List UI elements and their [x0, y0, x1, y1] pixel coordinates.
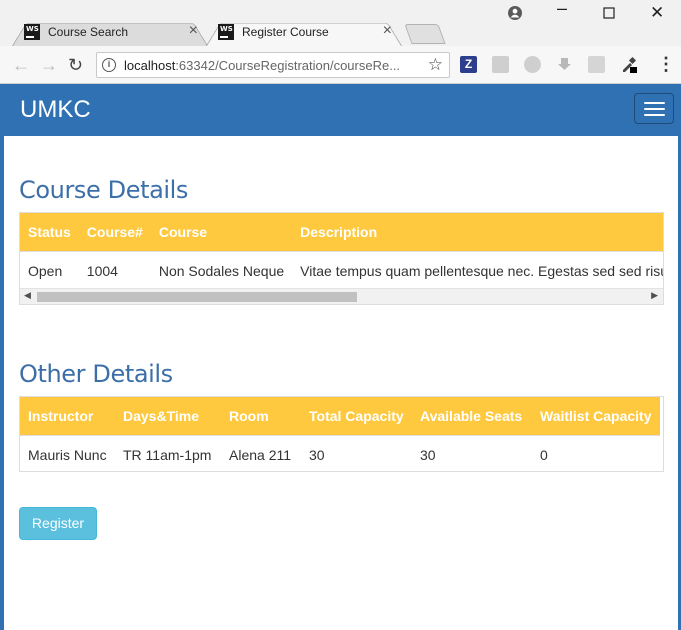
eyedropper-extension-icon[interactable]: [620, 56, 637, 73]
room-cell: Alena 211: [221, 435, 301, 471]
tab-strip: WS Course Search × WS Register Course × …: [0, 0, 681, 46]
status-cell: Open: [20, 251, 79, 289]
course-details-table: Status Course# Course Description Open 1…: [19, 212, 664, 305]
close-window-icon[interactable]: ✕: [650, 3, 664, 23]
maximize-icon[interactable]: [603, 6, 615, 23]
scroll-right-icon[interactable]: ▶: [651, 290, 658, 301]
menu-kebab-icon[interactable]: ⋮: [657, 54, 675, 75]
brand-logo[interactable]: UMKC: [20, 96, 91, 124]
back-icon[interactable]: ←: [12, 55, 30, 76]
horizontal-scrollbar[interactable]: ◀ ▶: [20, 288, 663, 304]
hamburger-menu-button[interactable]: [634, 93, 674, 124]
col-room-header: Room: [221, 397, 301, 436]
col-days-time-header: Days&Time: [115, 397, 221, 436]
col-status-header: Status: [20, 213, 79, 252]
extension-chart-icon[interactable]: [492, 56, 509, 73]
register-button[interactable]: Register: [19, 507, 97, 540]
forward-icon[interactable]: →: [40, 55, 58, 76]
extension-clock-icon[interactable]: [524, 56, 541, 73]
table-header-row: Instructor Days&Time Room Total Capacity…: [20, 397, 660, 436]
hamburger-bar: [644, 114, 665, 116]
hamburger-bar: [644, 102, 665, 104]
col-waitlist-capacity-header: Waitlist Capacity: [532, 397, 660, 436]
profile-icon[interactable]: [508, 6, 522, 24]
other-details-table: Instructor Days&Time Room Total Capacity…: [19, 396, 664, 472]
other-details-heading: Other Details: [19, 360, 173, 388]
table-row: Open 1004 Non Sodales Neque Vitae tempus…: [20, 251, 663, 289]
table-header-row: Status Course# Course Description: [20, 213, 663, 252]
url-text: localhost:63342/CourseRegistration/cours…: [124, 58, 400, 73]
table-row: Mauris Nunc TR 11am-1pm Alena 211 30 30 …: [20, 435, 660, 471]
reload-icon[interactable]: ↻: [68, 55, 83, 76]
course-details-heading: Course Details: [19, 176, 189, 204]
webstorm-icon: WS: [24, 24, 40, 40]
extension-box-icon[interactable]: [588, 56, 605, 73]
scrollbar-thumb[interactable]: [37, 292, 357, 302]
navbar: UMKC: [4, 84, 678, 136]
close-tab-icon[interactable]: ×: [189, 22, 198, 40]
tab-title: Course Search: [48, 25, 129, 39]
col-instructor-header: Instructor: [20, 397, 115, 436]
new-tab-button[interactable]: [404, 24, 446, 44]
hamburger-bar: [644, 108, 665, 110]
url-host: localhost: [124, 58, 176, 73]
tab-register-course[interactable]: WS Register Course ×: [206, 18, 402, 46]
zotero-extension-icon[interactable]: Z: [460, 56, 477, 73]
days-time-cell: TR 11am-1pm: [115, 435, 221, 471]
address-bar[interactable]: i localhost:63342/CourseRegistration/cou…: [96, 52, 450, 78]
webstorm-icon: WS: [218, 24, 234, 40]
description-cell: Vitae tempus quam pellentesque nec. Eges…: [292, 251, 663, 289]
close-tab-icon[interactable]: ×: [383, 22, 392, 40]
url-path: :63342/CourseRegistration/courseRe...: [175, 58, 401, 73]
available-seats-cell: 30: [412, 435, 532, 471]
waitlist-capacity-cell: 0: [532, 435, 660, 471]
browser-chrome: WS Course Search × WS Register Course × …: [0, 0, 681, 84]
col-course-header: Course: [150, 213, 293, 252]
download-extension-icon[interactable]: [556, 56, 573, 73]
page-content: Course Details Status Course# Course Des…: [4, 136, 678, 630]
total-capacity-cell: 30: [301, 435, 412, 471]
instructor-cell: Mauris Nunc: [20, 435, 115, 471]
tab-title: Register Course: [242, 25, 329, 39]
col-course-number-header: Course#: [78, 213, 151, 252]
minimize-icon[interactable]: –: [557, 0, 567, 19]
tab-course-search[interactable]: WS Course Search ×: [12, 18, 208, 46]
col-description-header: Description: [292, 213, 663, 252]
info-icon[interactable]: i: [102, 58, 116, 72]
course-number-cell: 1004: [78, 251, 151, 289]
col-total-capacity-header: Total Capacity: [301, 397, 412, 436]
course-name-cell: Non Sodales Neque: [150, 251, 293, 289]
browser-toolbar: ← → ↻ i localhost:63342/CourseRegistrati…: [0, 46, 681, 84]
scroll-left-icon[interactable]: ◀: [24, 290, 31, 301]
bookmark-star-icon[interactable]: ☆: [428, 55, 443, 75]
col-available-seats-header: Available Seats: [412, 397, 532, 436]
